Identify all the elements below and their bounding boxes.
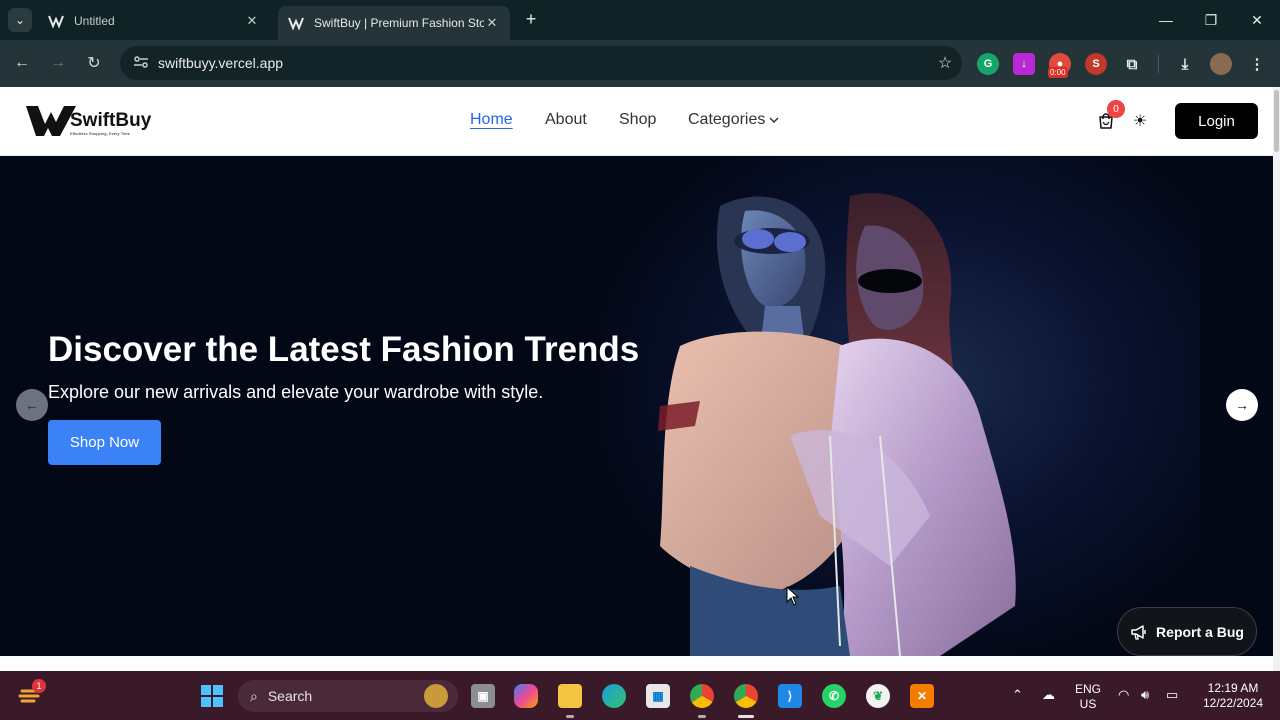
page-scrollbar[interactable] xyxy=(1273,87,1280,671)
web-page: SwiftBuy Effortless Shopping, Every Time… xyxy=(0,87,1273,671)
chrome-icon[interactable] xyxy=(690,684,714,708)
forward-arrow-icon[interactable]: → xyxy=(47,52,69,74)
downloads-icon[interactable]: ⤓ xyxy=(1174,53,1196,75)
microsoft-store-icon[interactable]: ▦ xyxy=(646,684,670,708)
tab-title: Untitled xyxy=(74,14,115,28)
search-highlight-icon xyxy=(424,684,448,708)
tab-search-button[interactable]: ⌄ xyxy=(8,8,32,32)
bookmark-star-icon[interactable]: ☆ xyxy=(928,53,962,73)
language-code: ENG xyxy=(1074,682,1101,696)
hero-carousel: Discover the Latest Fashion Trends Explo… xyxy=(0,156,1273,656)
windows-taskbar: 1 ⌕ Search ▣ ▦ ⟩ ✆ ❦ ✕ ⌃ ☁ ENG US ◠ 🔊︎ ▭… xyxy=(0,671,1280,720)
nav-link-shop[interactable]: Shop xyxy=(619,111,656,129)
nav-dropdown-categories[interactable]: Categories xyxy=(688,111,780,129)
search-icon: ⌕ xyxy=(250,687,258,704)
reload-icon[interactable]: ↻ xyxy=(83,52,105,74)
report-bug-button[interactable]: Report a Bug xyxy=(1117,607,1257,656)
site-favicon-icon xyxy=(48,13,64,29)
nav-link-home[interactable]: Home xyxy=(470,111,513,129)
clock-time: 12:19 AM xyxy=(1207,681,1259,695)
onedrive-cloud-icon[interactable]: ☁ xyxy=(1042,687,1055,703)
shop-now-button[interactable]: Shop Now xyxy=(48,420,161,465)
fashion-models-image xyxy=(658,193,1016,656)
close-tab-icon[interactable]: ✕ xyxy=(244,13,260,29)
running-indicator xyxy=(698,715,706,718)
windows-start-icon[interactable] xyxy=(200,684,224,708)
url-text: swiftbuyy.vercel.app xyxy=(158,55,284,71)
volume-icon[interactable]: 🔊︎ xyxy=(1141,687,1149,703)
search-placeholder: Search xyxy=(267,688,313,704)
site-logo[interactable]: SwiftBuy Effortless Shopping, Every Time xyxy=(26,104,151,138)
cart-count-badge: 0 xyxy=(1107,100,1125,118)
sun-theme-toggle-icon[interactable]: ☀ xyxy=(1131,112,1149,130)
page-scrollbar-thumb[interactable] xyxy=(1274,90,1279,152)
minimize-window-icon[interactable]: — xyxy=(1151,8,1181,32)
site-info-icon[interactable] xyxy=(124,55,158,72)
language-indicator[interactable]: ENG US xyxy=(1072,682,1104,712)
clock[interactable]: 12:19 AM 12/22/2024 xyxy=(1196,681,1270,711)
wifi-icon[interactable]: ◠ xyxy=(1118,687,1129,703)
grammarly-extension-icon[interactable]: G xyxy=(977,53,999,75)
megaphone-icon xyxy=(1131,624,1146,640)
chrome-profile-icon[interactable] xyxy=(734,684,758,708)
tab-title: SwiftBuy | Premium Fashion Sto xyxy=(314,16,484,30)
xampp-icon[interactable]: ✕ xyxy=(910,684,934,708)
browser-tab-untitled[interactable]: Untitled ✕ xyxy=(38,6,270,36)
file-explorer-icon[interactable] xyxy=(558,684,582,708)
nav-link-about[interactable]: About xyxy=(545,111,587,129)
download-extension-icon[interactable]: ↓ xyxy=(1013,53,1035,75)
widget-notification-badge: 1 xyxy=(32,679,46,693)
task-view-icon[interactable]: ▣ xyxy=(471,684,495,708)
vscode-icon[interactable]: ⟩ xyxy=(778,684,802,708)
chevron-down-icon xyxy=(769,117,779,124)
clock-date: 12/22/2024 xyxy=(1202,696,1264,710)
battery-icon[interactable]: ▭ xyxy=(1166,687,1178,703)
mongodb-compass-icon[interactable]: ❦ xyxy=(866,684,890,708)
extensions-puzzle-icon[interactable]: ⧉ xyxy=(1121,53,1143,75)
report-bug-label: Report a Bug xyxy=(1156,623,1244,640)
logo-tagline: Effortless Shopping, Every Time xyxy=(70,131,130,136)
logo-name: SwiftBuy xyxy=(70,110,152,131)
whatsapp-icon[interactable]: ✆ xyxy=(822,684,846,708)
language-region: US xyxy=(1079,697,1097,711)
browser-tab-bar: ⌄ Untitled ✕ SwiftBuy | Premium Fashion … xyxy=(0,0,1280,40)
edge-browser-icon[interactable] xyxy=(602,684,626,708)
restore-window-icon[interactable]: ❐ xyxy=(1196,8,1226,32)
new-tab-plus-icon[interactable]: + xyxy=(520,8,542,30)
mouse-cursor-icon xyxy=(786,586,800,606)
address-bar[interactable]: swiftbuyy.vercel.app ☆ xyxy=(120,46,962,80)
close-tab-icon[interactable]: ✕ xyxy=(484,15,500,31)
back-arrow-icon[interactable]: ← xyxy=(11,52,33,74)
close-window-icon[interactable]: ✕ xyxy=(1242,8,1272,32)
browser-menu-icon[interactable]: ⋮ xyxy=(1246,53,1268,75)
taskbar-search-box[interactable]: ⌕ Search xyxy=(238,680,458,712)
toolbar-divider xyxy=(1158,55,1159,73)
hero-subtitle: Explore our new arrivals and elevate you… xyxy=(48,382,544,402)
extension-timer-badge: 0:00 xyxy=(1048,67,1068,78)
profile-avatar[interactable] xyxy=(1210,53,1232,75)
hero-title: Discover the Latest Fashion Trends xyxy=(48,330,640,369)
running-indicator xyxy=(566,715,574,718)
browser-toolbar: ← → ↻ swiftbuyy.vercel.app ☆ G ↓ ● 0:00 … xyxy=(0,40,1280,87)
show-hidden-icons-chevron-icon[interactable]: ⌃ xyxy=(1012,687,1023,703)
copilot-icon[interactable] xyxy=(514,684,538,708)
shield-extension-icon[interactable]: S xyxy=(1085,53,1107,75)
site-favicon-icon xyxy=(288,15,304,31)
active-app-indicator xyxy=(738,715,754,718)
swiftbuy-logo-icon xyxy=(26,106,76,136)
browser-tab-swiftbuy[interactable]: SwiftBuy | Premium Fashion Sto ✕ xyxy=(278,6,510,40)
carousel-prev-arrow-icon[interactable]: ← xyxy=(16,389,48,421)
login-button[interactable]: Login xyxy=(1175,103,1258,139)
nav-categories-label: Categories xyxy=(688,111,766,128)
site-header: SwiftBuy Effortless Shopping, Every Time… xyxy=(0,87,1273,156)
carousel-next-arrow-icon[interactable]: → xyxy=(1226,389,1258,421)
